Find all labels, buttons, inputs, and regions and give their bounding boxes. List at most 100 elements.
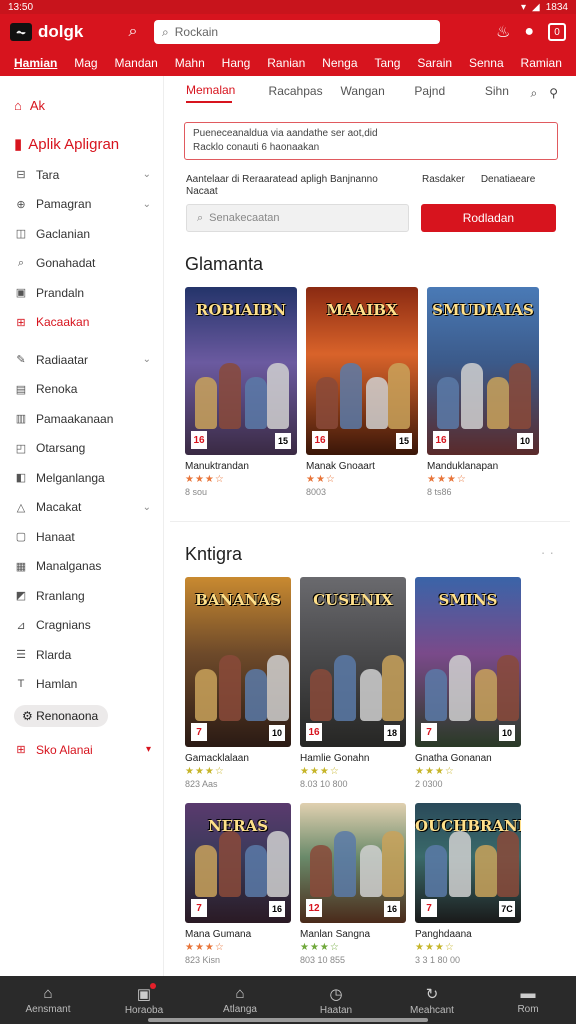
character-figure	[316, 377, 338, 429]
home-indicator[interactable]	[148, 1018, 428, 1022]
game-title[interactable]: Manak Gnoaart	[306, 461, 418, 472]
category-item[interactable]: Mandan	[114, 56, 157, 70]
game-title[interactable]: Gnatha Gonanan	[415, 753, 521, 764]
game-card[interactable]: BANANAS 7 10 Gamacklalaan ★★★☆ 823 Aas	[185, 577, 291, 789]
content-search-input[interactable]: ⌕ Senakecaatan	[186, 204, 409, 232]
search-icon[interactable]: ⌕	[120, 23, 146, 41]
search-icon: ⌕	[17, 256, 25, 269]
chat-icon[interactable]: ●	[524, 23, 534, 41]
tab-memalan[interactable]: Memalan	[186, 83, 235, 103]
game-title[interactable]: Manuktrandan	[185, 461, 297, 472]
category-item[interactable]: Senna	[469, 56, 504, 70]
game-cover[interactable]: 12 16	[300, 803, 406, 923]
sidebar-item[interactable]: ▥ Pamaakanaan	[14, 404, 163, 434]
game-cover[interactable]: SMINS 7 10	[415, 577, 521, 747]
user-icon[interactable]: ⚲	[549, 86, 558, 101]
game-cover[interactable]: MAAIBX 16 15	[306, 287, 418, 455]
category-item[interactable]: Ramian	[521, 56, 562, 70]
category-item[interactable]: Hamian	[14, 56, 57, 70]
category-item[interactable]: Ranian	[267, 56, 305, 70]
game-title[interactable]: Panghdaana	[415, 929, 521, 940]
category-item[interactable]: Mag	[74, 56, 97, 70]
status-icons: ▾ ◢ 1834	[521, 2, 568, 13]
tag-icon: ⊞	[16, 316, 26, 329]
game-card[interactable]: 12 16 Manlan Sangna ★★★☆ 803 10 855	[300, 803, 406, 965]
sidebar-item[interactable]: ▢ Hanaat	[14, 522, 163, 552]
game-card[interactable]: SMINS 7 10 Gnatha Gonanan ★★★☆ 2 0300	[415, 577, 521, 789]
bottom-nav-item[interactable]: ▬ Rom	[488, 985, 568, 1015]
category-item[interactable]: Mahn	[175, 56, 205, 70]
game-cover[interactable]: SMUDIAIAS 16 10	[427, 287, 539, 455]
sidebar-item[interactable]: ◧ Melganlanga	[14, 463, 163, 493]
sidebar-item[interactable]: ⊿ Cragnians	[14, 611, 163, 641]
category-item[interactable]: Nenga	[322, 56, 357, 70]
cart-icon[interactable]: 0	[548, 23, 566, 41]
sidebar-item[interactable]: ▦ Manalganas	[14, 552, 163, 582]
game-cover[interactable]: ROBIAIBN 16 15	[185, 287, 297, 455]
game-cover[interactable]: OUCHBRANE 7 7C	[415, 803, 521, 923]
sidebar-footer[interactable]: ⊞ Sko Alanai ▾	[14, 735, 163, 765]
sidebar-item[interactable]: ◰ Otarsang	[14, 434, 163, 464]
sidebar-item[interactable]: ✎ Radiaatar ⌄	[14, 345, 163, 375]
pen-icon: ✎	[16, 354, 26, 367]
sidebar-item[interactable]: ▣ Prandaln	[14, 278, 163, 308]
game-card[interactable]: OUCHBRANE 7 7C Panghdaana ★★★☆ 3 3 1 80 00	[415, 803, 521, 965]
bottom-nav-item[interactable]: ▣ Horaoba	[104, 982, 184, 1016]
game-title[interactable]: Manlan Sangna	[300, 929, 406, 940]
search-icon[interactable]: ⌕	[530, 86, 537, 101]
game-cover[interactable]: BANANAS 7 10	[185, 577, 291, 747]
tab-wangan[interactable]: Wangan	[329, 84, 396, 102]
sidebar-item[interactable]: ▤ Renoka	[14, 375, 163, 405]
sidebar-item[interactable]: ⊞ Kacaakan	[14, 308, 163, 338]
gear-icon: ⚙	[22, 709, 33, 723]
sidebar-item[interactable]: ◩ Rranlang	[14, 581, 163, 611]
sidebar-item-label: Hanaat	[36, 529, 75, 544]
sidebar-pill[interactable]: ⚙ Renonaona	[14, 705, 109, 727]
section-title: Kntigra · ·	[185, 544, 570, 565]
game-cover[interactable]: CUSENIX 16 18	[300, 577, 406, 747]
sidebar-item[interactable]: ◫ Gaclanian	[14, 219, 163, 249]
game-title[interactable]: Manduklanapan	[427, 461, 539, 472]
filter-tertiary[interactable]: Denatiaeare	[481, 174, 535, 198]
category-item[interactable]: Tang	[374, 56, 400, 70]
sidebar-item-label: Gonahadat	[36, 256, 96, 271]
game-card[interactable]: SMUDIAIAS 16 10 Manduklanapan ★★★☆ 8 ts86	[427, 287, 539, 497]
game-card[interactable]: MAAIBX 16 15 Manak Gnoaart ★★☆ 8003	[306, 287, 418, 497]
tab-racahpas[interactable]: Racahpas	[262, 84, 329, 102]
game-title[interactable]: Gamacklalaan	[185, 753, 291, 764]
game-card[interactable]: NERAS 7 16 Mana Gumana ★★★☆ 823 Kisn	[185, 803, 291, 965]
category-item[interactable]: Hang	[222, 56, 251, 70]
game-cover[interactable]: NERAS 7 16	[185, 803, 291, 923]
bottom-nav-item[interactable]: ◷ Haatan	[296, 985, 376, 1016]
tab-sihn[interactable]: Sihn	[463, 84, 530, 102]
filter-secondary[interactable]: Rasdaker	[422, 174, 465, 198]
search-input[interactable]: ⌕ Rockain	[154, 20, 440, 44]
sidebar-item[interactable]: ☰ Rlarda	[14, 640, 163, 670]
sidebar-item[interactable]: ⊟ Tara ⌄	[14, 160, 163, 190]
star-rating: ★★★☆	[427, 474, 467, 485]
game-title[interactable]: Hamlie Gonahn	[300, 753, 406, 764]
more-icon[interactable]: · ·	[541, 544, 554, 565]
notice-line-2: Racklo conauti 6 haonaakan	[193, 142, 320, 153]
filter-primary[interactable]: Aantelaar di Reraaratead apligh Banjnann…	[186, 174, 406, 198]
brand-logo[interactable]: ⏦ dolgk	[10, 22, 120, 42]
character-figure	[449, 655, 471, 721]
sidebar-item[interactable]: T Hamlan	[14, 670, 163, 700]
bottom-nav-item[interactable]: ⌂ Atlanga	[200, 985, 280, 1015]
sidebar-title-label: Aplik Apligran	[28, 135, 120, 153]
store-icon: ⌂	[235, 985, 245, 1002]
category-item[interactable]: Sarain	[417, 56, 452, 70]
bottom-nav-item[interactable]: ⌂ Aensmant	[8, 985, 88, 1015]
sidebar-home[interactable]: ⌂ Ak	[14, 86, 163, 124]
notification-icon[interactable]: ♨	[496, 22, 510, 42]
tab-pajnd[interactable]: Pajnd	[396, 84, 463, 102]
character-figure	[219, 831, 241, 897]
bottom-nav-item[interactable]: ↻ Meahcant	[392, 985, 472, 1016]
sidebar-item[interactable]: ⊕ Pamagran ⌄	[14, 190, 163, 220]
sidebar-item[interactable]: ⌕ Gonahadat	[14, 249, 163, 279]
primary-action-button[interactable]: Rodladan	[420, 204, 556, 232]
game-card[interactable]: CUSENIX 16 18 Hamlie Gonahn ★★★☆ 8.03 10 800	[300, 577, 406, 789]
game-card[interactable]: ROBIAIBN 16 15 Manuktrandan ★★★☆ 8 sou	[185, 287, 297, 497]
sidebar-item[interactable]: △ Macakat ⌄	[14, 493, 163, 523]
game-title[interactable]: Mana Gumana	[185, 929, 291, 940]
